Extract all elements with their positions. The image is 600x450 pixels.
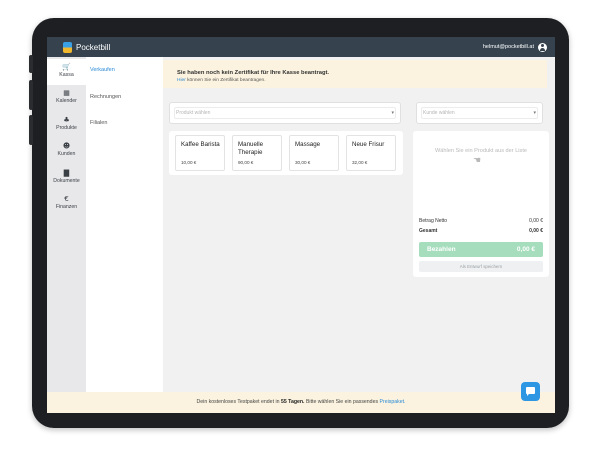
subnav-item-filialen[interactable]: Filialen — [90, 120, 107, 126]
nav-label: Kunden — [57, 151, 76, 157]
product-select[interactable]: Produkt wählen ▾ — [169, 102, 401, 124]
chat-icon[interactable] — [521, 382, 540, 401]
pointing-hand-icon: ☚ — [473, 156, 482, 166]
trial-banner: Dein kostenloses Testpaket endet in 55 T… — [47, 392, 555, 413]
product-name: Massage — [295, 141, 321, 148]
net-amount-label: Betrag Netto — [419, 218, 448, 224]
product-card[interactable]: Manuelle Therapie 90,00 € — [232, 135, 282, 171]
nav-label: Kassa — [59, 72, 74, 78]
save-draft-button[interactable]: Als Entwurf speichern — [419, 261, 543, 272]
net-amount-value: 0,00 € — [529, 218, 543, 224]
app-logo[interactable]: Pocketbill — [63, 41, 111, 53]
cart-panel: Wählen Sie ein Produkt aus der Liste ☚ B… — [413, 131, 549, 277]
product-grid: Kaffee Barista 10,00 € Manuelle Therapie… — [169, 131, 403, 175]
product-card[interactable]: Neue Frisur 32,00 € — [346, 135, 396, 171]
nav-item-finanzen[interactable]: € Finanzen — [47, 191, 86, 217]
pay-button[interactable]: Bezahlen 0,00 € — [419, 242, 543, 257]
total-value: 0,00 € — [529, 228, 543, 234]
euro-icon: € — [64, 195, 69, 203]
nav-item-produkte[interactable]: ♣ Produkte — [47, 112, 86, 138]
product-price: 32,00 € — [352, 160, 368, 165]
nav-label: Finanzen — [55, 204, 78, 210]
user-email: helmut@pocketbill.at — [482, 44, 534, 50]
product-select-placeholder: Produkt wählen — [176, 110, 211, 116]
nav-label: Kalender — [56, 98, 77, 104]
cart-empty-message: Wählen Sie ein Produkt aus der Liste — [434, 148, 528, 154]
product-card[interactable]: Massage 30,00 € — [289, 135, 339, 171]
product-price: 90,00 € — [238, 160, 254, 165]
total-row: Gesamt 0,00 € — [419, 228, 543, 234]
notice-text-rest: können Sie ein Zertifikat beantragen. — [187, 78, 266, 83]
product-name: Kaffee Barista — [181, 141, 220, 148]
subnav-item-verkaufen[interactable]: Verkaufen — [90, 67, 115, 73]
nav-item-kunden[interactable]: ☻ Kunden — [47, 138, 86, 164]
pocketbill-logo-icon — [63, 41, 72, 53]
user-avatar-icon[interactable] — [538, 42, 547, 52]
product-card[interactable]: Kaffee Barista 10,00 € — [175, 135, 225, 171]
customer-select-placeholder: Kunde wählen — [423, 110, 455, 116]
app-name: Pocketbill — [76, 42, 111, 52]
app-screen: Pocketbill helmut@pocketbill.at 🛒 Kassa … — [47, 37, 555, 413]
product-name: Neue Frisur — [352, 141, 385, 148]
chevron-down-icon: ▾ — [391, 110, 394, 116]
top-bar: Pocketbill helmut@pocketbill.at — [47, 37, 555, 57]
products-icon: ♣ — [63, 116, 70, 124]
product-price: 10,00 € — [181, 160, 197, 165]
cart-icon: 🛒 — [62, 63, 71, 71]
notice-text: Hier können Sie ein Zertifikat beantrage… — [177, 78, 266, 83]
nav-label: Produkte — [56, 125, 77, 131]
notice-title: Sie haben noch kein Zertifikat für Ihre … — [177, 70, 330, 76]
nav-item-dokumente[interactable]: ▇ Dokumente — [47, 165, 86, 191]
trial-text-prefix: Dein kostenloses Testpaket endet in — [196, 399, 280, 405]
subnav-item-rechnungen[interactable]: Rechnungen — [90, 94, 121, 100]
net-amount-row: Betrag Netto 0,00 € — [419, 218, 543, 224]
trial-text-middle: Bitte wählen Sie ein passendes — [305, 399, 379, 405]
notice-link[interactable]: Hier — [177, 78, 186, 83]
certificate-notice: Sie haben noch kein Zertifikat für Ihre … — [163, 60, 547, 88]
main-nav: 🛒 Kassa ▦ Kalender ♣ Produkte ☻ Kunden ▇… — [47, 57, 86, 392]
user-menu[interactable]: helmut@pocketbill.at — [482, 42, 547, 52]
pay-button-amount: 0,00 € — [516, 246, 535, 253]
calendar-icon: ▦ — [63, 89, 70, 97]
product-price: 30,00 € — [295, 160, 311, 165]
customer-select[interactable]: Kunde wählen ▾ — [416, 102, 543, 124]
nav-item-kalender[interactable]: ▦ Kalender — [47, 85, 86, 111]
product-name: Manuelle Therapie — [238, 141, 264, 156]
tablet-volume-up-button — [29, 80, 33, 110]
chevron-down-icon: ▾ — [533, 110, 536, 116]
document-icon: ▇ — [63, 169, 70, 177]
total-label: Gesamt — [419, 228, 438, 234]
users-icon: ☻ — [62, 142, 71, 150]
pricing-link[interactable]: Preispaket. — [380, 399, 406, 405]
sub-nav: Verkaufen Rechnungen Filialen — [86, 57, 163, 392]
nav-label: Dokumente — [53, 178, 80, 184]
nav-item-kassa[interactable]: 🛒 Kassa — [47, 59, 86, 85]
pay-button-label: Bezahlen — [427, 246, 456, 253]
trial-days: 55 Tagen. — [280, 399, 305, 405]
tablet-side-button — [29, 55, 33, 73]
tablet-volume-down-button — [29, 115, 33, 145]
